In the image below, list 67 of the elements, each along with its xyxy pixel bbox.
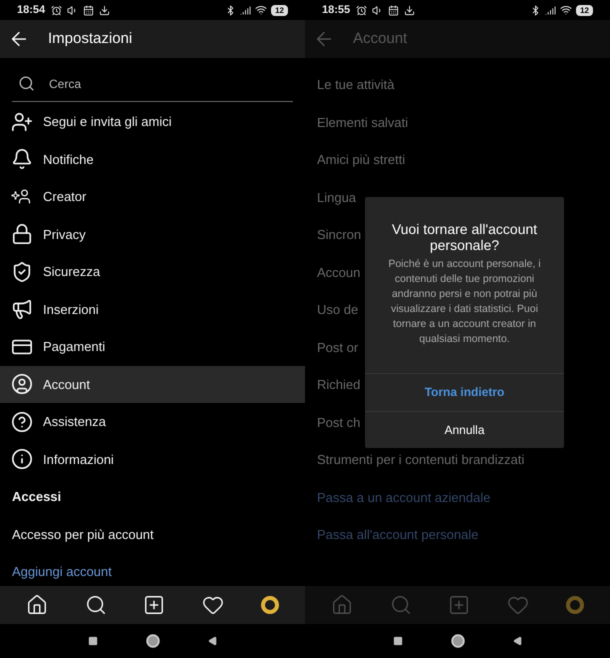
settings-item[interactable]: Informazioni xyxy=(0,440,305,478)
info-icon xyxy=(11,448,33,470)
add-person-icon xyxy=(11,110,33,133)
home-button-icon[interactable] xyxy=(450,634,464,648)
recents-icon[interactable] xyxy=(88,636,98,646)
settings-item[interactable]: Post ch xyxy=(317,412,360,432)
person-circle-icon xyxy=(11,373,33,396)
add-post-icon[interactable] xyxy=(143,594,166,616)
settings-item[interactable]: Le tue attività xyxy=(317,75,394,94)
search-icon[interactable] xyxy=(84,594,107,616)
settings-item[interactable]: Sicurezza xyxy=(0,253,305,290)
settings-item[interactable]: Segui e invita gli amici xyxy=(0,103,305,140)
settings-item[interactable]: Inserzioni xyxy=(0,290,305,328)
settings-item[interactable]: Pagamenti xyxy=(0,328,305,366)
profile-avatar[interactable] xyxy=(260,596,279,614)
alarm-icon xyxy=(356,4,368,16)
help-icon xyxy=(11,410,33,433)
lock-icon xyxy=(11,223,33,246)
settings-item[interactable]: Accesso per più account xyxy=(12,524,154,544)
settings-item[interactable]: Notifiche xyxy=(0,140,305,178)
dialog-button[interactable]: Torna indietro xyxy=(365,373,564,410)
back-icon[interactable] xyxy=(512,636,522,646)
settings-item[interactable]: Sincron xyxy=(317,225,362,244)
search-icon xyxy=(18,75,35,92)
header-title: Account xyxy=(353,28,408,49)
megaphone-icon xyxy=(11,298,33,320)
settings-item[interactable]: Creator xyxy=(0,178,305,216)
settings-link[interactable]: Aggiungi account xyxy=(12,562,112,582)
signal-icon xyxy=(545,4,556,16)
settings-item[interactable]: Account xyxy=(0,366,305,403)
settings-item[interactable]: Accoun xyxy=(317,262,360,282)
clock-time: 18:55 xyxy=(322,2,350,18)
search-field[interactable]: Cerca xyxy=(49,74,287,92)
shield-check-icon xyxy=(11,260,33,283)
home-icon[interactable] xyxy=(26,594,48,616)
calendar-icon xyxy=(388,4,400,16)
volume-icon xyxy=(372,4,384,16)
settings-item[interactable]: Richied xyxy=(317,375,360,394)
download-icon xyxy=(404,4,416,16)
heart-icon[interactable] xyxy=(202,594,224,616)
calendar-icon xyxy=(83,4,94,16)
alarm-icon xyxy=(51,4,62,16)
dialog-button[interactable]: Annulla xyxy=(365,410,564,448)
dialog-title: Vuoi tornare all'account personale? xyxy=(390,221,538,253)
settings-item[interactable]: Assistenza xyxy=(0,403,305,440)
bluetooth-icon xyxy=(225,4,236,16)
battery-indicator: 12 xyxy=(271,4,288,16)
bluetooth-icon xyxy=(530,4,542,16)
download-icon xyxy=(99,4,110,16)
home-button-icon[interactable] xyxy=(146,634,160,648)
settings-item[interactable]: Elementi salvati xyxy=(317,112,408,132)
settings-item[interactable]: Privacy xyxy=(0,216,305,253)
section-heading: Accessi xyxy=(12,488,62,506)
header-title: Impostazioni xyxy=(48,28,132,49)
signal-icon xyxy=(240,4,252,16)
clock-time: 18:54 xyxy=(17,2,46,18)
settings-item[interactable]: Amici più stretti xyxy=(317,150,406,170)
volume-icon xyxy=(67,4,78,16)
settings-item[interactable]: Lingua xyxy=(317,188,356,207)
dialog-message: Poiché è un account personale, i contenuti delle tue promozioni andranno persi e non potrai più visualizzare i dati statistici. Puoi tornare a un account creator in qualsiasi momento. xyxy=(387,257,542,347)
recents-icon[interactable] xyxy=(392,636,402,646)
settings-item[interactable]: Strumenti per i contenuti brandizzati xyxy=(317,450,524,470)
bell-icon xyxy=(11,148,33,170)
back-icon[interactable] xyxy=(208,636,218,646)
settings-item[interactable]: Post or xyxy=(317,338,358,357)
battery-indicator: 12 xyxy=(576,4,593,16)
settings-item[interactable]: Uso de xyxy=(317,300,358,320)
